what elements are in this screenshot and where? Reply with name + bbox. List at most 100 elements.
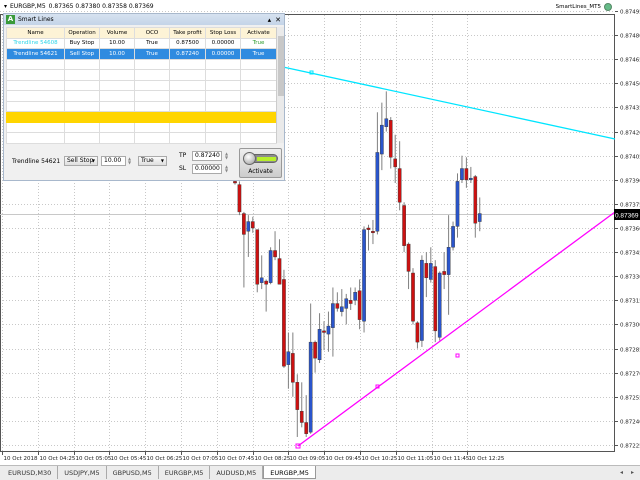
empty-cell[interactable] [134, 90, 170, 102]
tab-eurgbp-m5-active[interactable]: EURGBP,M5 [263, 466, 316, 479]
close-icon[interactable]: ✕ [275, 16, 281, 24]
empty-cell[interactable] [240, 111, 277, 123]
cell-volume[interactable]: 10.00 [99, 37, 135, 49]
table-scrollbar[interactable] [276, 27, 284, 143]
tab-scroll-left-icon[interactable]: ◂ [620, 469, 623, 476]
activate-button[interactable]: Activate [239, 148, 282, 178]
empty-cell[interactable] [205, 69, 241, 81]
empty-cell[interactable] [99, 100, 135, 112]
empty-cell[interactable] [134, 100, 170, 112]
empty-cell[interactable] [64, 58, 100, 70]
tp-spinner[interactable]: ▲ ▼ [225, 152, 228, 160]
col-volume[interactable]: Volume [99, 27, 135, 39]
empty-row[interactable] [6, 132, 277, 144]
collapse-icon[interactable]: ▾ [4, 3, 7, 10]
trendline-54608[interactable] [282, 66, 616, 140]
col-take-profit[interactable]: Take profit [169, 27, 206, 39]
volume-input[interactable]: 10.00 [101, 156, 126, 166]
empty-cell[interactable] [134, 111, 170, 123]
col-operation[interactable]: Operation [64, 27, 100, 39]
empty-cell[interactable] [169, 90, 206, 102]
empty-cell[interactable] [6, 79, 65, 91]
empty-cell[interactable] [134, 132, 170, 144]
empty-cell[interactable] [205, 79, 241, 91]
col-oco[interactable]: OCO [134, 27, 170, 39]
empty-cell[interactable] [240, 100, 277, 112]
cell-operation[interactable]: Buy Stop [64, 37, 100, 49]
empty-cell[interactable] [6, 132, 65, 144]
operation-select[interactable]: Sell Stop [64, 156, 98, 166]
empty-cell[interactable] [99, 90, 135, 102]
empty-cell[interactable] [240, 69, 277, 81]
cell-activate[interactable]: True [240, 37, 277, 49]
empty-cell[interactable] [6, 111, 65, 123]
empty-cell[interactable] [64, 79, 100, 91]
cell-sl[interactable]: 0.00000 [205, 48, 241, 60]
empty-cell[interactable] [99, 58, 135, 70]
tp-input[interactable]: 0.87240 [192, 151, 222, 161]
cell-volume[interactable]: 10.00 [99, 48, 135, 60]
empty-cell[interactable] [169, 111, 206, 123]
volume-spinner[interactable]: ▲ ▼ [128, 157, 131, 165]
empty-cell[interactable] [6, 58, 65, 70]
trendline-handle[interactable] [375, 384, 380, 389]
empty-cell[interactable] [6, 69, 65, 81]
empty-cell[interactable] [205, 58, 241, 70]
empty-cell[interactable] [169, 79, 206, 91]
empty-cell[interactable] [169, 121, 206, 133]
empty-cell[interactable] [205, 90, 241, 102]
empty-row[interactable] [6, 121, 277, 133]
empty-cell[interactable] [169, 58, 206, 70]
trendline-handle[interactable] [309, 70, 314, 75]
cell-oco[interactable]: True [134, 48, 170, 60]
empty-cell[interactable] [99, 111, 135, 123]
scrollbar-thumb[interactable] [278, 36, 284, 96]
highlight-row[interactable] [6, 111, 277, 123]
empty-cell[interactable] [64, 90, 100, 102]
col-activate[interactable]: Activate [240, 27, 277, 39]
empty-cell[interactable] [134, 58, 170, 70]
empty-cell[interactable] [6, 121, 65, 133]
empty-cell[interactable] [134, 69, 170, 81]
empty-row[interactable] [6, 90, 277, 102]
oco-select[interactable]: True [138, 156, 167, 166]
empty-cell[interactable] [134, 121, 170, 133]
empty-cell[interactable] [134, 79, 170, 91]
empty-cell[interactable] [240, 58, 277, 70]
tab-scroll-right-icon[interactable]: ▸ [631, 469, 634, 476]
tab-gbpusd-m5[interactable]: GBPUSD,M5 [107, 466, 159, 479]
cell-name[interactable]: Trendline 54608 [6, 37, 65, 49]
cell-oco[interactable]: True [134, 37, 170, 49]
empty-cell[interactable] [6, 100, 65, 112]
empty-cell[interactable] [205, 132, 241, 144]
empty-cell[interactable] [240, 132, 277, 144]
col-stop-loss[interactable]: Stop Loss [205, 27, 241, 39]
empty-cell[interactable] [99, 69, 135, 81]
empty-cell[interactable] [6, 90, 65, 102]
empty-cell[interactable] [64, 111, 100, 123]
tab-audusd-m5[interactable]: AUDUSD,M5 [210, 466, 264, 479]
tab-eurusd-m30[interactable]: EURUSD,M30 [2, 466, 59, 479]
empty-row[interactable] [6, 100, 277, 112]
cell-sl[interactable]: 0.00000 [205, 37, 241, 49]
empty-cell[interactable] [205, 121, 241, 133]
minimize-icon[interactable]: ▴ [268, 16, 272, 24]
table-row[interactable]: Trendline 54608 Buy Stop 10.00 True 0.87… [6, 37, 277, 49]
empty-cell[interactable] [169, 132, 206, 144]
empty-cell[interactable] [205, 100, 241, 112]
empty-cell[interactable] [64, 100, 100, 112]
cell-operation[interactable]: Sell Stop [64, 48, 100, 60]
empty-cell[interactable] [169, 69, 206, 81]
empty-cell[interactable] [99, 79, 135, 91]
empty-row[interactable] [6, 79, 277, 91]
trendline-54621[interactable] [297, 211, 616, 447]
empty-cell[interactable] [64, 69, 100, 81]
cell-tp[interactable]: 0.87240 [169, 48, 206, 60]
empty-cell[interactable] [240, 79, 277, 91]
empty-cell[interactable] [205, 111, 241, 123]
trendline-handle[interactable] [455, 353, 460, 358]
empty-row[interactable] [6, 58, 277, 70]
tab-eurgbp-m5[interactable]: EURGBP,M5 [159, 466, 211, 479]
cell-activate[interactable]: True [240, 48, 277, 60]
sl-input[interactable]: 0.00000 [192, 164, 222, 174]
